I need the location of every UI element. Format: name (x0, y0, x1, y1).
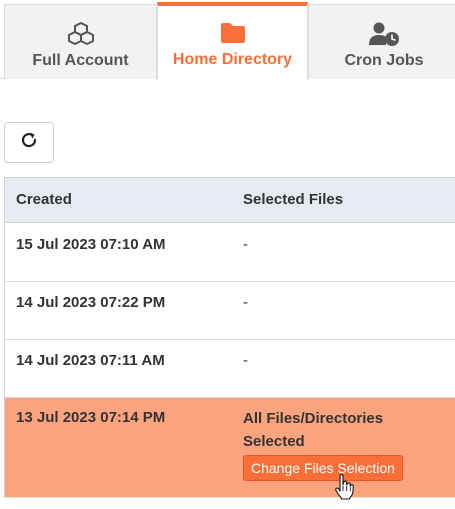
selected-files-cell: - (243, 236, 248, 253)
refresh-button[interactable] (4, 122, 54, 163)
table-row[interactable]: 15 Jul 2023 07:10 AM - (5, 223, 455, 282)
column-header-created: Created (16, 191, 72, 208)
folder-icon (220, 20, 246, 46)
refresh-icon (20, 131, 38, 154)
table-row[interactable]: 14 Jul 2023 07:11 AM - (5, 340, 455, 398)
tab-label: Home Directory (172, 51, 293, 68)
selected-files-cell: - (243, 294, 248, 311)
user-clock-icon (368, 21, 400, 47)
tab-home-directory[interactable]: Home Directory (157, 2, 308, 80)
selected-files-cell: All Files/Directories Selected (243, 410, 384, 450)
tab-cron-jobs[interactable]: Cron Jobs (308, 4, 455, 79)
table-header: Created Selected Files (5, 178, 455, 223)
hand-cursor-icon (334, 473, 356, 505)
tab-label: Cron Jobs (344, 52, 424, 69)
column-header-selected-files: Selected Files (243, 191, 344, 208)
table-row-selected[interactable]: 13 Jul 2023 07:14 PM All Files/Directori… (5, 398, 455, 498)
tab-bar: Full Account Home Directory Cron Jobs (0, 0, 455, 80)
created-cell: 14 Jul 2023 07:22 PM (16, 294, 166, 311)
change-files-selection-button[interactable]: Change Files Selection (243, 455, 403, 481)
created-cell: 15 Jul 2023 07:10 AM (16, 236, 166, 253)
selected-files-cell: - (243, 352, 248, 369)
tab-label: Full Account (32, 52, 129, 69)
backups-table: Created Selected Files 15 Jul 2023 07:10… (4, 177, 455, 498)
cubes-icon (67, 21, 94, 47)
table-row[interactable]: 14 Jul 2023 07:22 PM - (5, 282, 455, 340)
tab-full-account[interactable]: Full Account (4, 4, 157, 79)
created-cell: 13 Jul 2023 07:14 PM (16, 409, 166, 426)
created-cell: 14 Jul 2023 07:11 AM (16, 352, 165, 369)
